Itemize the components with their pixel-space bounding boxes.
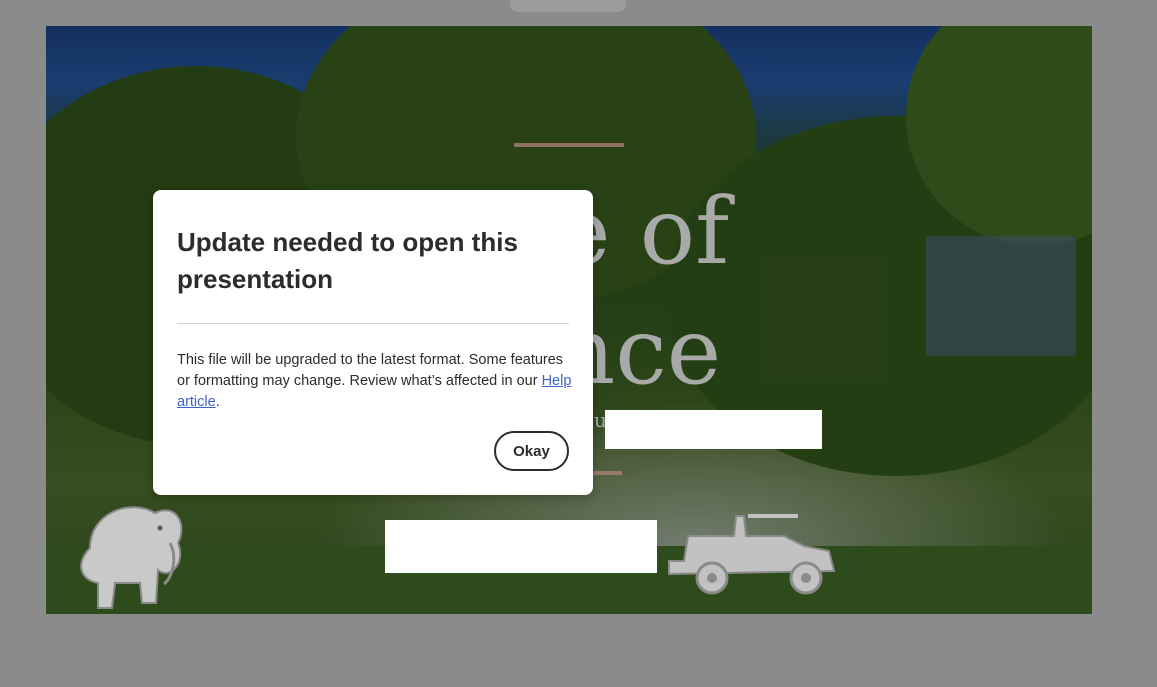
dialog-divider — [177, 323, 569, 324]
elephant-icon — [80, 506, 183, 609]
update-dialog: Update needed to open this presentation … — [153, 190, 593, 495]
dialog-title: Update needed to open this presentation — [177, 227, 518, 294]
jeep-icon — [668, 514, 836, 595]
dialog-body-end: . — [215, 394, 220, 410]
dialog-body: This file will be upgraded to the latest… — [177, 350, 573, 413]
redacted-block — [605, 410, 822, 449]
dialog-body-text: This file will be upgraded to the latest… — [177, 352, 564, 389]
top-tab — [510, 0, 626, 12]
okay-button[interactable]: Okay — [494, 431, 569, 471]
decorative-line — [514, 143, 624, 147]
redacted-block — [385, 520, 657, 573]
